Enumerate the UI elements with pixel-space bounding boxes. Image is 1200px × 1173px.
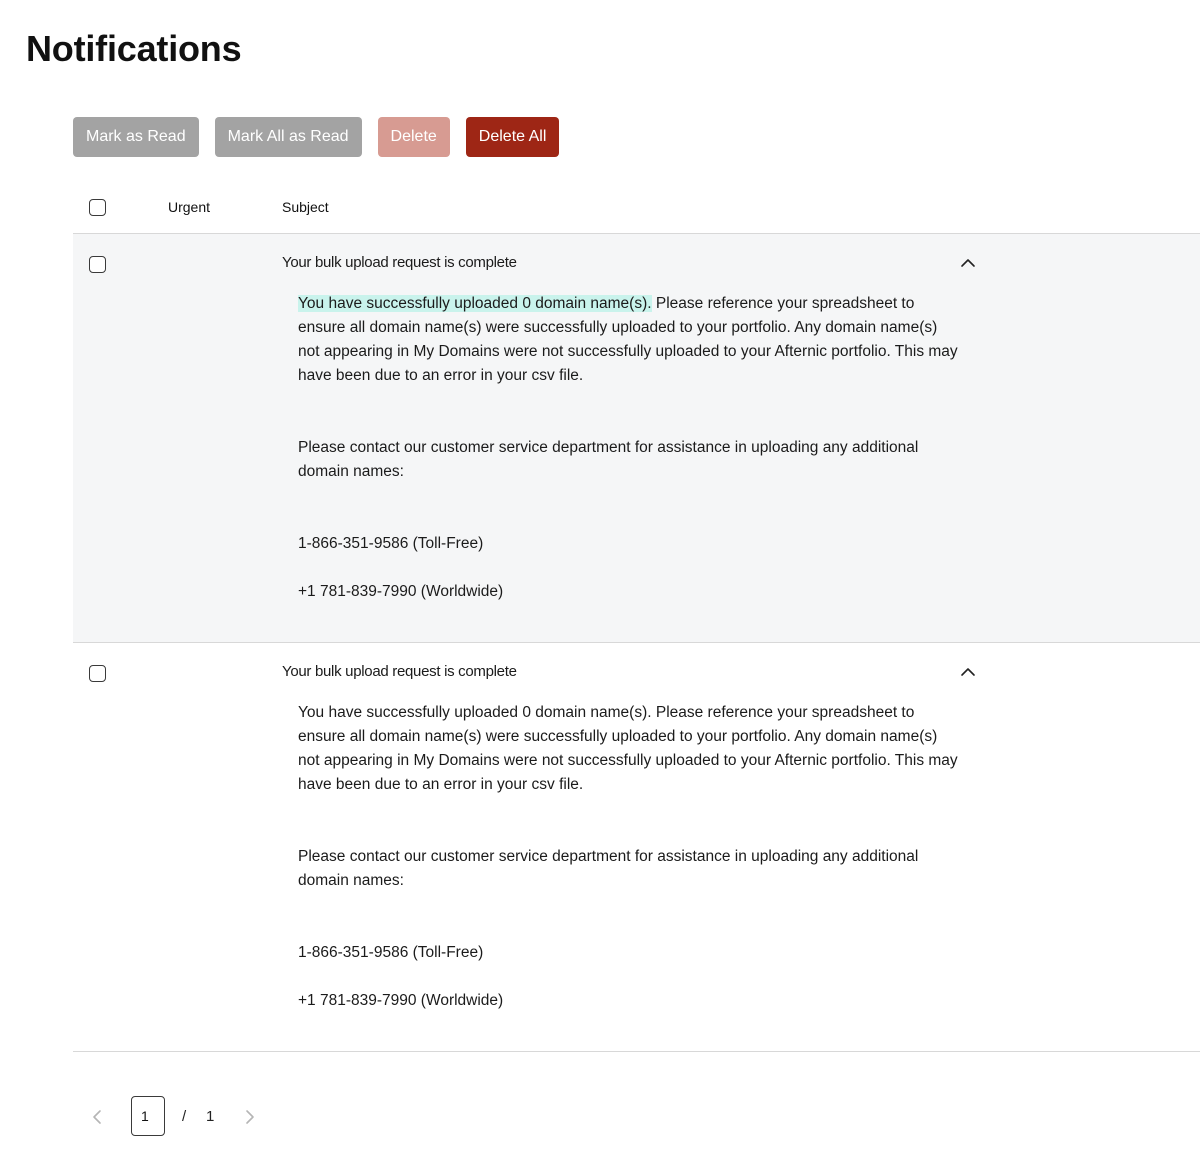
body-text: You have successfully uploaded 0 domain … <box>298 704 958 793</box>
toolbar: Mark as Read Mark All as Read Delete Del… <box>73 117 560 157</box>
page-number-input[interactable] <box>131 1096 165 1136</box>
chevron-up-icon[interactable] <box>959 663 977 681</box>
highlighted-text: You have successfully uploaded 0 domain … <box>298 295 652 312</box>
body-paragraph: You have successfully uploaded 0 domain … <box>298 701 963 797</box>
phone-worldwide: +1 781-839-7990 (Worldwide) <box>298 992 504 1009</box>
mark-as-read-button[interactable]: Mark as Read <box>73 117 199 157</box>
table-row: Your bulk upload request is complete You… <box>73 234 1200 643</box>
pagination: / 1 <box>83 1096 283 1138</box>
page-separator: / <box>182 1108 187 1125</box>
chevron-left-icon[interactable] <box>87 1107 107 1127</box>
contact-paragraph: Please contact our customer service depa… <box>298 848 919 889</box>
page-title: Notifications <box>26 28 242 69</box>
phone-worldwide: +1 781-839-7990 (Worldwide) <box>298 583 504 600</box>
delete-all-button[interactable]: Delete All <box>465 117 560 157</box>
notification-subject[interactable]: Your bulk upload request is complete <box>282 663 517 680</box>
chevron-up-icon[interactable] <box>959 254 977 272</box>
urgent-column-header: Urgent <box>168 199 211 215</box>
table-header: Urgent Subject <box>73 180 1200 234</box>
select-all-checkbox[interactable] <box>89 199 106 216</box>
row-checkbox[interactable] <box>89 665 106 682</box>
notification-body: You have successfully uploaded 0 domain … <box>298 701 963 1013</box>
phone-tollfree: 1-866-351-9586 (Toll-Free) <box>298 535 484 552</box>
delete-button[interactable]: Delete <box>377 117 450 157</box>
notifications-page: Notifications Mark as Read Mark All as R… <box>0 0 1200 1173</box>
subject-column-header: Subject <box>282 199 329 215</box>
contact-paragraph: Please contact our customer service depa… <box>298 439 919 480</box>
table-row: Your bulk upload request is complete You… <box>73 643 1200 1052</box>
notification-body: You have successfully uploaded 0 domain … <box>298 292 963 604</box>
notifications-table: Urgent Subject Your bulk upload request … <box>73 180 1200 1052</box>
body-paragraph: You have successfully uploaded 0 domain … <box>298 292 963 388</box>
phone-tollfree: 1-866-351-9586 (Toll-Free) <box>298 944 484 961</box>
row-checkbox[interactable] <box>89 256 106 273</box>
total-pages: 1 <box>206 1108 215 1125</box>
mark-all-as-read-button[interactable]: Mark All as Read <box>214 117 362 157</box>
notification-subject[interactable]: Your bulk upload request is complete <box>282 254 517 271</box>
chevron-right-icon[interactable] <box>240 1107 260 1127</box>
